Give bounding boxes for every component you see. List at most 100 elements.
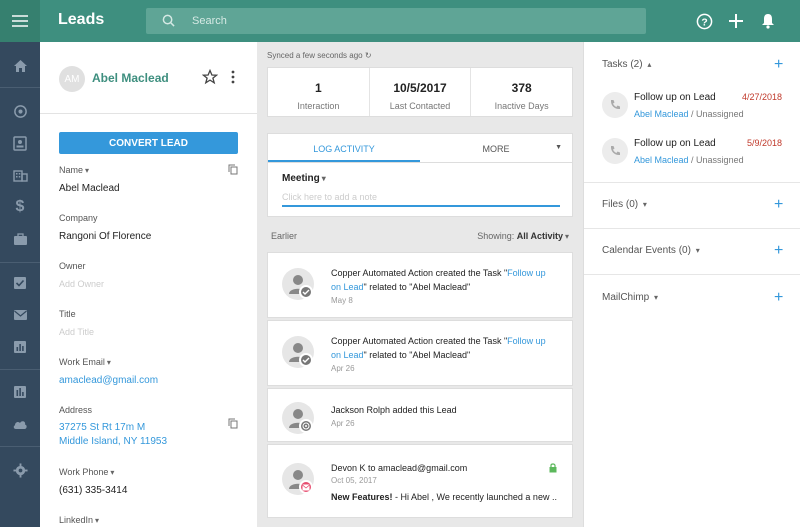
- task-related: Abel Maclead / Unassigned: [634, 155, 744, 165]
- lead-name[interactable]: Abel Maclead: [92, 71, 169, 85]
- caret-down-icon: ▾: [564, 232, 569, 241]
- star-icon[interactable]: [202, 69, 218, 85]
- address-line2[interactable]: Middle Island, NY 11953: [59, 435, 167, 449]
- caret-down-icon: ▾: [654, 293, 659, 302]
- activity-filter[interactable]: Showing: All Activity ▾: [477, 231, 569, 241]
- menu-icon: [12, 15, 28, 27]
- lock-icon: [549, 463, 557, 473]
- stat-inactive-days: 378 Inactive Days: [494, 81, 549, 111]
- task-title[interactable]: Follow up on Lead: [634, 138, 716, 149]
- email-link[interactable]: amaclead@gmail.com: [59, 374, 158, 388]
- add-file-button[interactable]: +: [774, 197, 783, 213]
- activity-item[interactable]: Devon K to amaclead@gmail.com Oct 05, 20…: [267, 444, 573, 518]
- company-value[interactable]: Rangoni Of Florence: [59, 230, 151, 244]
- caret-down-icon: ▾: [321, 174, 326, 183]
- help-icon[interactable]: ?: [694, 11, 714, 31]
- caret-down-icon[interactable]: ▾: [95, 516, 99, 525]
- refresh-icon[interactable]: ↻: [365, 51, 372, 60]
- activity-panel: Synced a few seconds ago ↻ 1 Interaction…: [257, 42, 583, 527]
- add-event-button[interactable]: +: [774, 243, 783, 259]
- phone-icon: [602, 138, 628, 164]
- cloud-icon[interactable]: [10, 414, 30, 434]
- activity-item[interactable]: Copper Automated Action created the Task…: [267, 252, 573, 318]
- title-field[interactable]: Add Title: [59, 327, 94, 337]
- related-panel: Tasks (2) ▴ + Follow up on Lead 4/27/201…: [583, 42, 800, 527]
- stat-last-contacted: 10/5/2017 Last Contacted: [370, 68, 472, 116]
- mail-icon[interactable]: [10, 305, 30, 325]
- caret-down-icon: ▼: [555, 144, 562, 151]
- building-icon[interactable]: [10, 165, 30, 185]
- note-input[interactable]: [282, 189, 560, 207]
- activity-item[interactable]: Copper Automated Action created the Task…: [267, 320, 573, 386]
- email-preview[interactable]: New Features! - Hi Abel , We recently la…: [331, 490, 557, 504]
- caret-down-icon[interactable]: ▾: [110, 468, 114, 477]
- tab-more[interactable]: More ▼: [420, 134, 572, 162]
- copy-icon[interactable]: [228, 164, 238, 175]
- target-icon[interactable]: [10, 101, 30, 121]
- plus-icon[interactable]: [726, 11, 746, 31]
- sync-status: Synced a few seconds ago ↻: [267, 51, 372, 60]
- top-bar: Leads ?: [0, 0, 800, 42]
- company-label: Company: [59, 213, 98, 223]
- title-label: Title: [59, 309, 76, 319]
- address-label: Address: [59, 405, 93, 415]
- activity-date: Apr 26: [331, 419, 355, 428]
- add-task-button[interactable]: +: [774, 57, 783, 73]
- files-section-title[interactable]: Files (0) ▾: [602, 199, 647, 210]
- tab-log-activity[interactable]: Log Activity: [268, 134, 420, 162]
- caret-down-icon[interactable]: ▾: [85, 166, 89, 175]
- mail-icon: [299, 480, 313, 494]
- menu-button[interactable]: [0, 0, 40, 42]
- activity-text: Jackson Rolph added this Lead: [331, 405, 457, 415]
- check-icon: [299, 285, 313, 299]
- phone-label: Work Phone ▾: [59, 467, 115, 477]
- phone-icon: [602, 92, 628, 118]
- bar-report-icon[interactable]: [10, 382, 30, 402]
- activity-type-select[interactable]: Meeting ▾: [282, 173, 326, 184]
- name-label: Name ▾: [59, 165, 90, 175]
- activity-text: Copper Automated Action created the Task…: [331, 268, 546, 292]
- search-bar[interactable]: [146, 8, 646, 34]
- convert-lead-button[interactable]: Convert Lead: [59, 132, 238, 154]
- svg-text:?: ?: [701, 17, 707, 28]
- briefcase-icon[interactable]: [10, 229, 30, 249]
- add-mailchimp-button[interactable]: +: [774, 290, 783, 306]
- activity-text: Devon K to amaclead@gmail.com: [331, 463, 468, 473]
- task-due-date: 4/27/2018: [741, 92, 782, 102]
- check-icon[interactable]: [10, 273, 30, 293]
- activity-date: Apr 26: [331, 364, 355, 373]
- bell-icon[interactable]: [758, 11, 778, 31]
- task-title[interactable]: Follow up on Lead: [634, 92, 716, 103]
- gear-icon[interactable]: [10, 460, 30, 480]
- tasks-section-title[interactable]: Tasks (2) ▴: [602, 59, 651, 70]
- activity-date: Oct 05, 2017: [331, 476, 377, 485]
- lead-details-panel: AM Abel Maclead Convert Lead Name ▾ Abel …: [40, 42, 257, 527]
- task-due-date: 5/9/2018: [746, 138, 782, 148]
- task-related: Abel Maclead / Unassigned: [634, 109, 744, 119]
- phone-value[interactable]: (631) 335-3414: [59, 484, 127, 498]
- nav-rail: $: [0, 42, 40, 527]
- app-title: Leads: [58, 11, 105, 28]
- activity-item[interactable]: Jackson Rolph added this Lead Apr 26: [267, 388, 573, 442]
- calendar-section-title[interactable]: Calendar Events (0) ▾: [602, 245, 700, 256]
- more-options-icon[interactable]: [230, 70, 236, 84]
- contacts-icon[interactable]: [10, 133, 30, 153]
- chart-icon[interactable]: [10, 337, 30, 357]
- name-value[interactable]: Abel Maclead: [59, 182, 120, 196]
- caret-down-icon[interactable]: ▾: [107, 358, 111, 367]
- caret-down-icon: ▾: [642, 200, 647, 209]
- copy-icon[interactable]: [228, 418, 238, 429]
- home-icon[interactable]: [10, 56, 30, 76]
- owner-field[interactable]: Add Owner: [59, 279, 104, 289]
- lead-header: AM Abel Maclead: [40, 42, 257, 114]
- log-activity-box: Log Activity More ▼ Meeting ▾: [267, 133, 573, 217]
- stat-interactions: 1 Interaction: [268, 68, 370, 116]
- linkedin-label: LinkedIn ▾: [59, 515, 100, 525]
- email-label: Work Email ▾: [59, 357, 111, 367]
- target-icon: [299, 419, 313, 433]
- mailchimp-section-title[interactable]: MailChimp ▾: [602, 292, 658, 303]
- dollar-icon[interactable]: $: [10, 197, 30, 217]
- owner-label: Owner: [59, 261, 86, 271]
- search-input[interactable]: [192, 12, 592, 30]
- address-line1[interactable]: 37275 St Rt 17m M: [59, 421, 145, 435]
